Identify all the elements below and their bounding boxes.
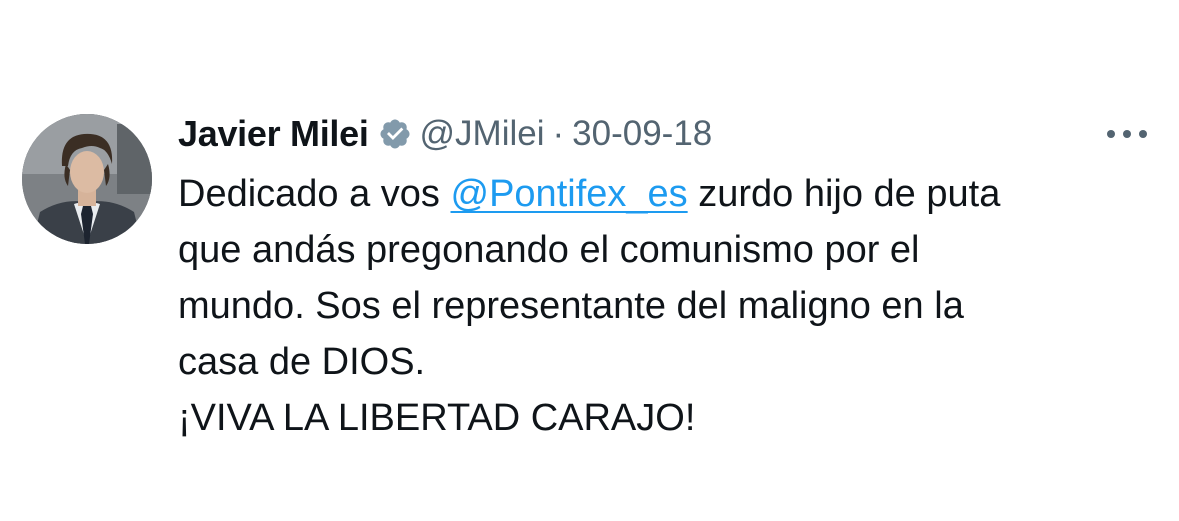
tweet-text-line: ¡VIVA LA LIBERTAD CARAJO!	[178, 397, 696, 439]
more-dot	[1123, 130, 1131, 138]
tweet-text-line: casa de DIOS.	[178, 341, 426, 383]
author-handle[interactable]: @JMilei	[420, 114, 545, 154]
more-dot	[1139, 130, 1147, 138]
author-avatar[interactable]	[22, 114, 152, 244]
more-dot	[1107, 130, 1115, 138]
header-separator: ·	[552, 114, 565, 153]
verified-badge-icon[interactable]	[378, 117, 412, 151]
tweet-text-segment: Dedicado a vos	[178, 173, 451, 215]
tweet-card: Javier Milei @JMilei · 30-09-18 Dedicado…	[0, 0, 1179, 521]
tweet-text-line: mundo. Sos el representante del maligno …	[178, 285, 964, 327]
tweet-text-segment: zurdo hijo de puta	[687, 173, 1001, 215]
author-display-name[interactable]: Javier Milei	[178, 113, 369, 155]
mention-link[interactable]: @Pontifex_es	[451, 173, 688, 215]
tweet-date[interactable]: 30-09-18	[572, 114, 712, 154]
avatar-photo-icon	[22, 114, 152, 244]
tweet-header: Javier Milei @JMilei · 30-09-18	[178, 108, 712, 160]
tweet-text-line: Dedicado a vos @Pontifex_es zurdo hijo d…	[178, 166, 1138, 222]
tweet-text-line: que andás pregonando el comunismo por el	[178, 229, 920, 271]
more-options-icon[interactable]	[1107, 122, 1147, 146]
tweet-text: Dedicado a vos @Pontifex_es zurdo hijo d…	[178, 166, 1138, 446]
